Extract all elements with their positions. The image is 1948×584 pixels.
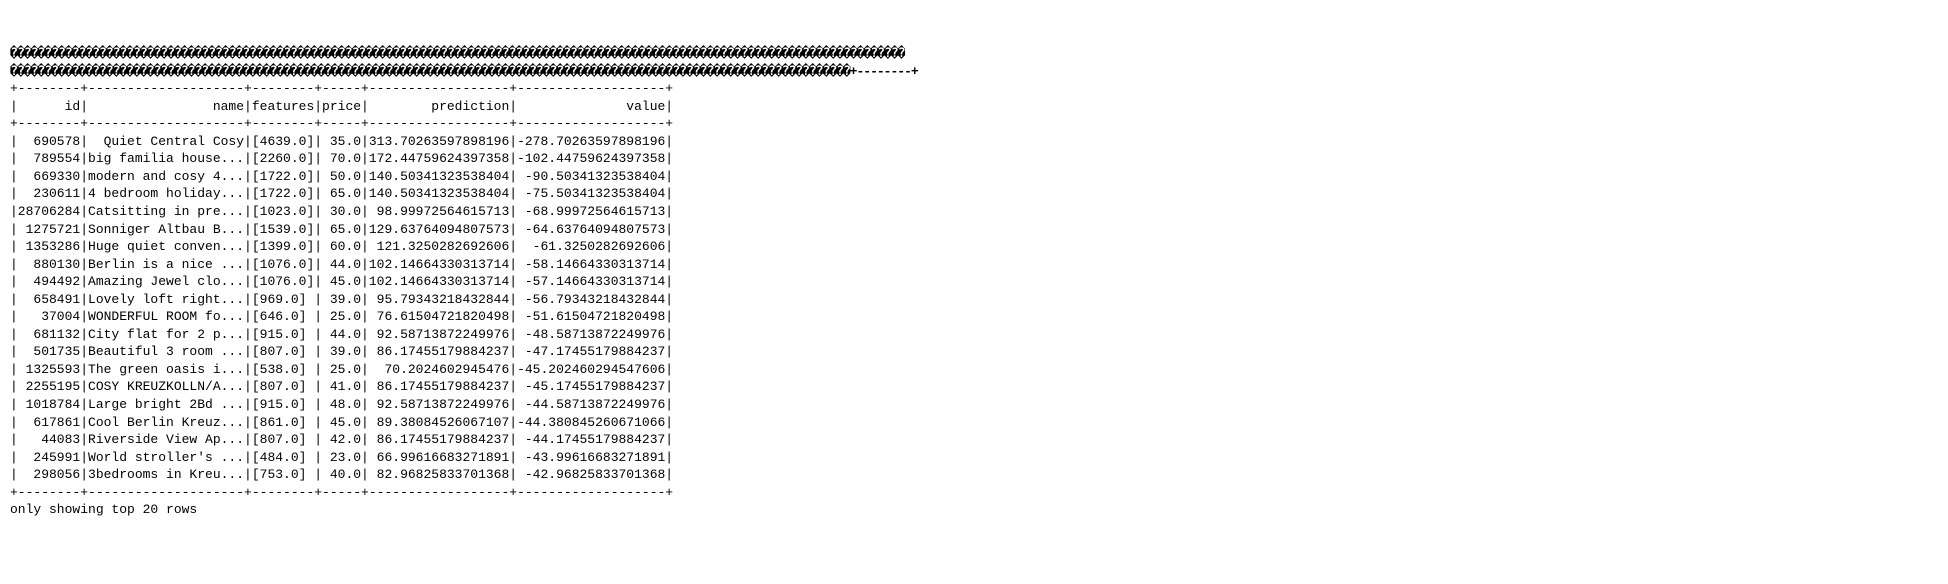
table-row: | 658491|Lovely loft right...|[969.0] | … <box>10 292 673 307</box>
table-row: | 245991|World stroller's ...|[484.0] | … <box>10 450 673 465</box>
table-row: | 298056|3bedrooms in Kreu...|[753.0] | … <box>10 467 673 482</box>
table-row: |28706284|Catsitting in pre...|[1023.0]|… <box>10 204 673 219</box>
table-row: | 1018784|Large bright 2Bd ...|[915.0] |… <box>10 397 673 412</box>
table-row: | 37004|WONDERFUL ROOM fo...|[646.0] | 2… <box>10 309 673 324</box>
table-row: | 2255195|COSY KREUZKOLLN/A...|[807.0] |… <box>10 379 673 394</box>
table-row: | 681132|City flat for 2 p...|[915.0] | … <box>10 327 673 342</box>
table-row: | 690578| Quiet Central Cosy|[4639.0]| 3… <box>10 134 673 149</box>
table-row: | 1275721|Sonniger Altbau B...|[1539.0]|… <box>10 222 673 237</box>
table-row: | 669330|modern and cosy 4...|[1722.0]| … <box>10 169 673 184</box>
garble-line-2: ����������������������������������������… <box>10 64 918 79</box>
table-row: | 789554|big familia house...|[2260.0]| … <box>10 151 673 166</box>
table-row: | 501735|Beautiful 3 room ...|[807.0] | … <box>10 344 673 359</box>
table-header: | id| name|features|price| prediction| v… <box>10 99 673 114</box>
table-row: | 1353286|Huge quiet conven...|[1399.0]|… <box>10 239 673 254</box>
table-border: +--------+--------------------+--------+… <box>10 116 673 131</box>
table-border: +--------+--------------------+--------+… <box>10 81 673 96</box>
table-row: | 230611|4 bedroom holiday...|[1722.0]| … <box>10 186 673 201</box>
console-output: ����������������������������������������… <box>10 45 1938 519</box>
garble-line-1: ����������������������������������������… <box>10 46 904 61</box>
table-row: | 44083|Riverside View Ap...|[807.0] | 4… <box>10 432 673 447</box>
table-row: | 1325593|The green oasis i...|[538.0] |… <box>10 362 673 377</box>
table-row: | 880130|Berlin is a nice ...|[1076.0]| … <box>10 257 673 272</box>
table-border: +--------+--------------------+--------+… <box>10 485 673 500</box>
table-row: | 494492|Amazing Jewel clo...|[1076.0]| … <box>10 274 673 289</box>
table-row: | 617861|Cool Berlin Kreuz...|[861.0] | … <box>10 415 673 430</box>
table-footer: only showing top 20 rows <box>10 502 197 517</box>
